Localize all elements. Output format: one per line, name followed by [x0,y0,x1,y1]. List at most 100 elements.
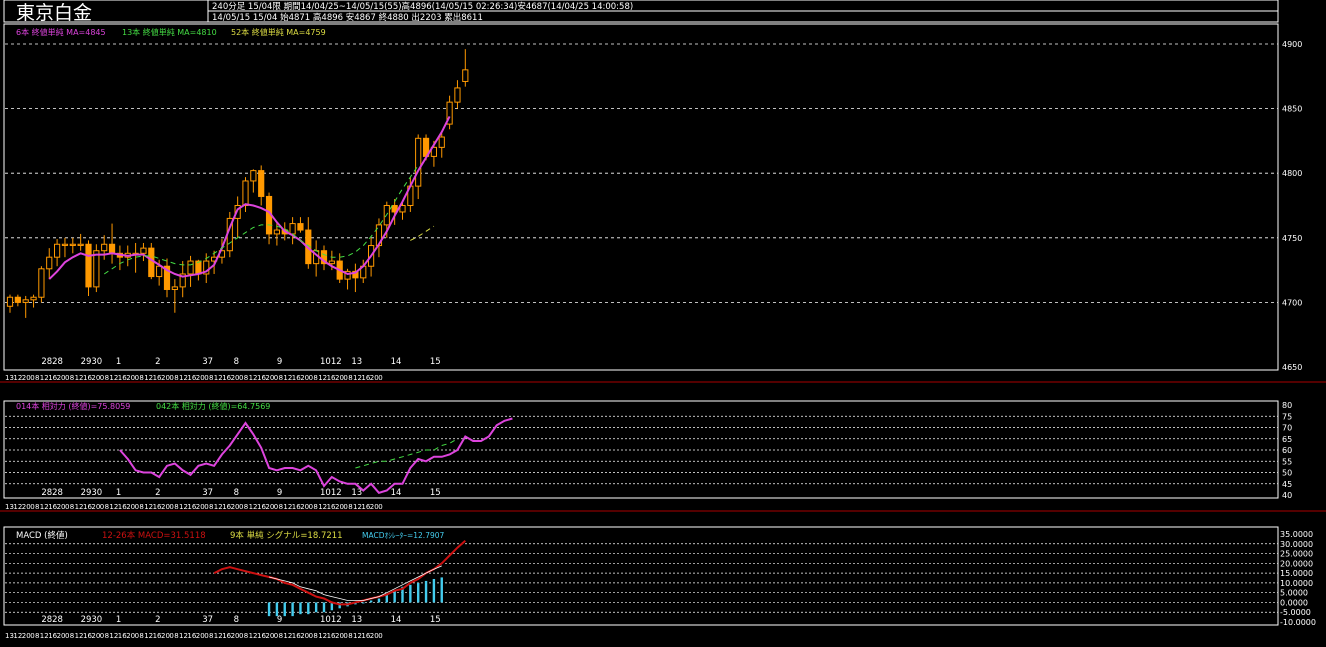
day-label: 1012 [320,615,342,625]
rsi-tick-label: 55 [1282,457,1292,466]
hour-label: 0 [378,503,382,511]
day-label: 2 [155,615,160,625]
macd-osc-bar [267,602,271,617]
day-label: 2930 [81,357,103,367]
day-label: 2828 [41,488,63,498]
price-legend-ma6: 6本 終値単純 MA=4845 [16,27,106,37]
hour-label: 0 [239,374,243,382]
candle-body [462,69,469,82]
day-label: 8 [234,488,239,498]
candle-body [438,136,445,148]
hour-label: 0 [169,374,173,382]
price-tick-label: 4900 [1282,40,1302,49]
hour-label: 8 [35,632,39,640]
candle-body [77,243,84,246]
hour-label: 0 [169,503,173,511]
day-label: 15 [430,615,441,625]
latest-bar-info: 14/05/15 15/04 始4871 高4896 安4867 終4880 出… [212,12,483,23]
day-label: 9 [277,615,282,625]
candle-body [156,265,163,278]
rsi-legend-14: 014本 相対力 (終値)=75.8059 [16,401,130,411]
hour-label: 8 [105,632,109,640]
macd-tick-label: 10.0000 [1280,579,1313,588]
macd-osc-bar [440,577,443,603]
rsi-tick-label: 45 [1282,480,1292,489]
hour-label: 8 [209,632,213,640]
candle-body [187,260,194,275]
macd-tick-label: 35.0000 [1280,530,1313,539]
day-label: 8 [234,615,239,625]
candle-body [242,180,249,206]
macd-tick-label: -5.0000 [1280,608,1311,617]
chart-stage: 東京白金 240分足 15/04限 期間14/04/25~14/05/15(55… [0,0,1326,647]
day-label: 14 [391,357,402,367]
hour-label: 0 [274,503,278,511]
macd-osc-bar [393,590,396,603]
macd-osc-bar [369,600,373,603]
hour-label: 8 [105,374,109,382]
macd-osc-bar [314,602,318,613]
macd-osc-bar [322,602,326,613]
hour-label: 8 [209,503,213,511]
day-label: 1012 [320,357,342,367]
macd-osc-bar [299,602,302,615]
candle-body [69,243,76,246]
hour-label: 8 [209,374,213,382]
day-label: 37 [202,357,213,367]
hour-label: 8 [70,374,74,382]
hour-label: 8 [313,632,317,640]
candle-body [195,260,202,275]
day-label: 13 [351,357,362,367]
hour-label: 0 [30,503,34,511]
candle-body [22,299,29,303]
day-label: 14 [391,615,402,625]
macd-osc-bar [409,584,412,603]
price-tick-label: 4650 [1282,363,1302,372]
candle-body [289,223,296,235]
candle-body [297,223,304,231]
day-label: 2828 [41,357,63,367]
candle-body [454,87,461,103]
macd-osc-bar [377,598,381,603]
hour-label: 8 [35,374,39,382]
macd-tick-label: 20.0000 [1280,559,1313,568]
hour-label: 0 [135,374,139,382]
day-label: 37 [202,488,213,498]
hour-label: 0 [309,632,313,640]
hour-label: 0 [30,632,34,640]
period-info: 240分足 15/04限 期間14/04/25~14/05/15(55)高489… [212,1,633,12]
hour-label: 8 [279,632,283,640]
macd-tick-label: 30.0000 [1280,540,1313,549]
hour-label: 0 [274,374,278,382]
macd-tick-label: 15.0000 [1280,569,1313,578]
candle-body [171,286,178,290]
candle-body [54,243,61,258]
day-label: 2 [155,357,160,367]
day-label: 1 [116,488,121,498]
hour-label: 8 [139,503,143,511]
hour-label: 8 [174,374,178,382]
price-legend-ma13: 13本 終値単純 MA=4810 [122,27,217,37]
hour-label: 8 [174,632,178,640]
day-label: 14 [391,488,402,498]
candle-body [258,170,265,197]
hour-label: 0 [239,503,243,511]
candle-body [46,256,53,270]
day-label: 1 [116,615,121,625]
macd-osc-bar [417,582,420,603]
hour-label: 0 [378,632,382,640]
price-tick-label: 4800 [1282,169,1302,178]
hour-label: 0 [343,503,347,511]
candle-body [14,296,21,303]
hour-label: 0 [274,632,278,640]
hour-label: 0 [204,374,208,382]
hour-label: 0 [239,632,243,640]
rsi-tick-label: 50 [1282,469,1292,478]
candle-body [85,243,92,288]
chart-svg: 東京白金 240分足 15/04限 期間14/04/25~14/05/15(55… [0,0,1326,643]
macd-tick-label: 5.0000 [1280,589,1308,598]
hour-label: 0 [65,374,69,382]
rsi-tick-label: 75 [1282,412,1292,421]
day-label: 1012 [320,488,342,498]
hour-label: 0 [100,503,104,511]
